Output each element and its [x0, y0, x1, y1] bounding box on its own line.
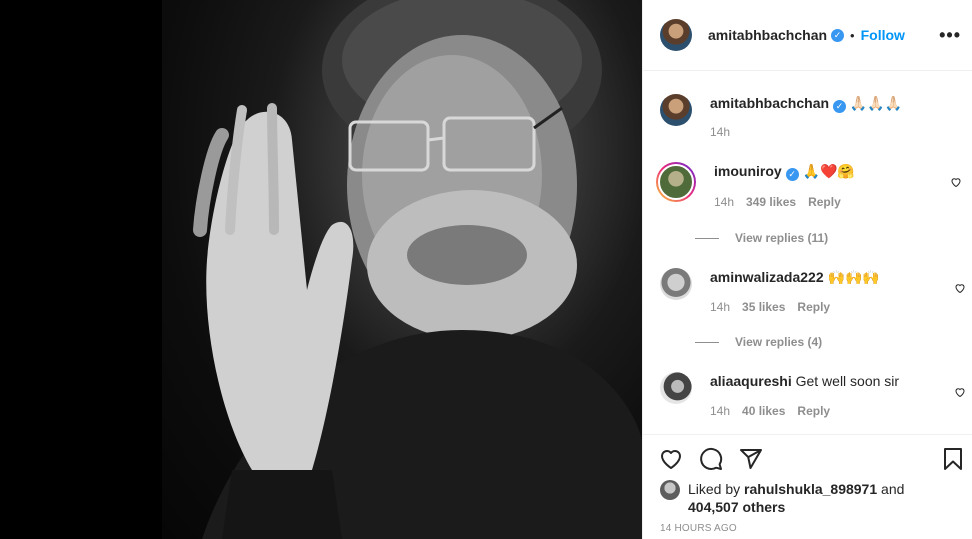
- comment-username[interactable]: imouniroy: [714, 163, 782, 179]
- view-replies-label: View replies (4): [735, 335, 823, 349]
- comment-likes[interactable]: 349 likes: [746, 193, 796, 211]
- view-replies-button[interactable]: View replies (4): [695, 335, 822, 349]
- commenter-avatar[interactable]: [656, 162, 696, 202]
- verified-badge-icon: ✓: [831, 28, 845, 42]
- comment-item: aminwalizada222 🙌🙌🙌 14h 35 likes Reply: [660, 268, 965, 316]
- view-replies-label: View replies (11): [735, 231, 829, 245]
- comment-time[interactable]: 14h: [710, 402, 730, 420]
- post-timestamp[interactable]: 14 HOURS AGO: [660, 523, 737, 534]
- liked-by-and: and: [881, 481, 905, 497]
- post-actions: Liked by rahulshukla_898971 and 404,507 …: [643, 434, 972, 539]
- comment-likes[interactable]: 35 likes: [742, 298, 785, 316]
- instagram-post: amitabhbachchan ✓ • Follow ••• amitabhba…: [0, 0, 972, 539]
- liker-avatar[interactable]: [660, 480, 680, 500]
- comment-like-heart-icon[interactable]: [950, 176, 962, 188]
- post-media[interactable]: [0, 0, 642, 539]
- author-avatar[interactable]: [660, 19, 692, 51]
- comment-item: aliaaqureshi Get well soon sir 14h 40 li…: [660, 372, 965, 420]
- caption-avatar[interactable]: [660, 94, 692, 126]
- comment-text: Get well soon sir: [795, 373, 900, 389]
- reply-button[interactable]: Reply: [797, 298, 830, 316]
- portrait-illustration: [193, 0, 642, 539]
- more-options-icon[interactable]: •••: [939, 25, 961, 46]
- replies-divider: [695, 237, 719, 239]
- comment-like-heart-icon[interactable]: [954, 282, 966, 294]
- follow-button[interactable]: Follow: [861, 27, 905, 43]
- comment-username[interactable]: aminwalizada222: [710, 269, 824, 285]
- caption: amitabhbachchan ✓ 🙏🏻🙏🏻🙏🏻 14h: [660, 94, 960, 141]
- author-username[interactable]: amitabhbachchan: [708, 27, 827, 43]
- reply-button[interactable]: Reply: [797, 402, 830, 420]
- comment-username[interactable]: aliaaqureshi: [710, 373, 792, 389]
- post-sidebar: amitabhbachchan ✓ • Follow ••• amitabhba…: [642, 0, 972, 539]
- likes-summary: Liked by rahulshukla_898971 and 404,507 …: [660, 480, 928, 516]
- comments-list[interactable]: amitabhbachchan ✓ 🙏🏻🙏🏻🙏🏻 14h imouniroy ✓…: [643, 72, 972, 434]
- view-replies-button[interactable]: View replies (11): [695, 231, 828, 245]
- post-header: amitabhbachchan ✓ • Follow •••: [643, 0, 972, 71]
- bookmark-icon[interactable]: [941, 447, 965, 471]
- caption-time[interactable]: 14h: [710, 123, 730, 141]
- comment-text: 🙌🙌🙌: [827, 269, 880, 285]
- separator-dot: •: [850, 27, 855, 43]
- comment-time[interactable]: 14h: [714, 193, 734, 211]
- liked-by-prefix: Liked by: [688, 481, 741, 497]
- caption-username[interactable]: amitabhbachchan: [710, 95, 829, 111]
- commenter-avatar[interactable]: [660, 268, 692, 300]
- share-icon[interactable]: [739, 447, 763, 471]
- comment-text: 🙏❤️🤗: [802, 163, 855, 179]
- comment-likes[interactable]: 40 likes: [742, 402, 785, 420]
- comment-time[interactable]: 14h: [710, 298, 730, 316]
- comment-item: imouniroy ✓ 🙏❤️🤗 14h 349 likes Reply: [656, 162, 961, 211]
- heart-icon[interactable]: [659, 447, 683, 471]
- others-count[interactable]: 404,507 others: [688, 499, 785, 515]
- verified-badge-icon: ✓: [833, 100, 847, 113]
- comment-icon[interactable]: [699, 447, 723, 471]
- replies-divider: [695, 341, 719, 343]
- liker-username[interactable]: rahulshukla_898971: [744, 481, 877, 497]
- commenter-avatar[interactable]: [660, 372, 692, 404]
- reply-button[interactable]: Reply: [808, 193, 841, 211]
- caption-text: 🙏🏻🙏🏻🙏🏻: [849, 95, 903, 111]
- post-photo: [162, 0, 642, 539]
- verified-badge-icon: ✓: [785, 168, 799, 181]
- comment-like-heart-icon[interactable]: [954, 386, 966, 398]
